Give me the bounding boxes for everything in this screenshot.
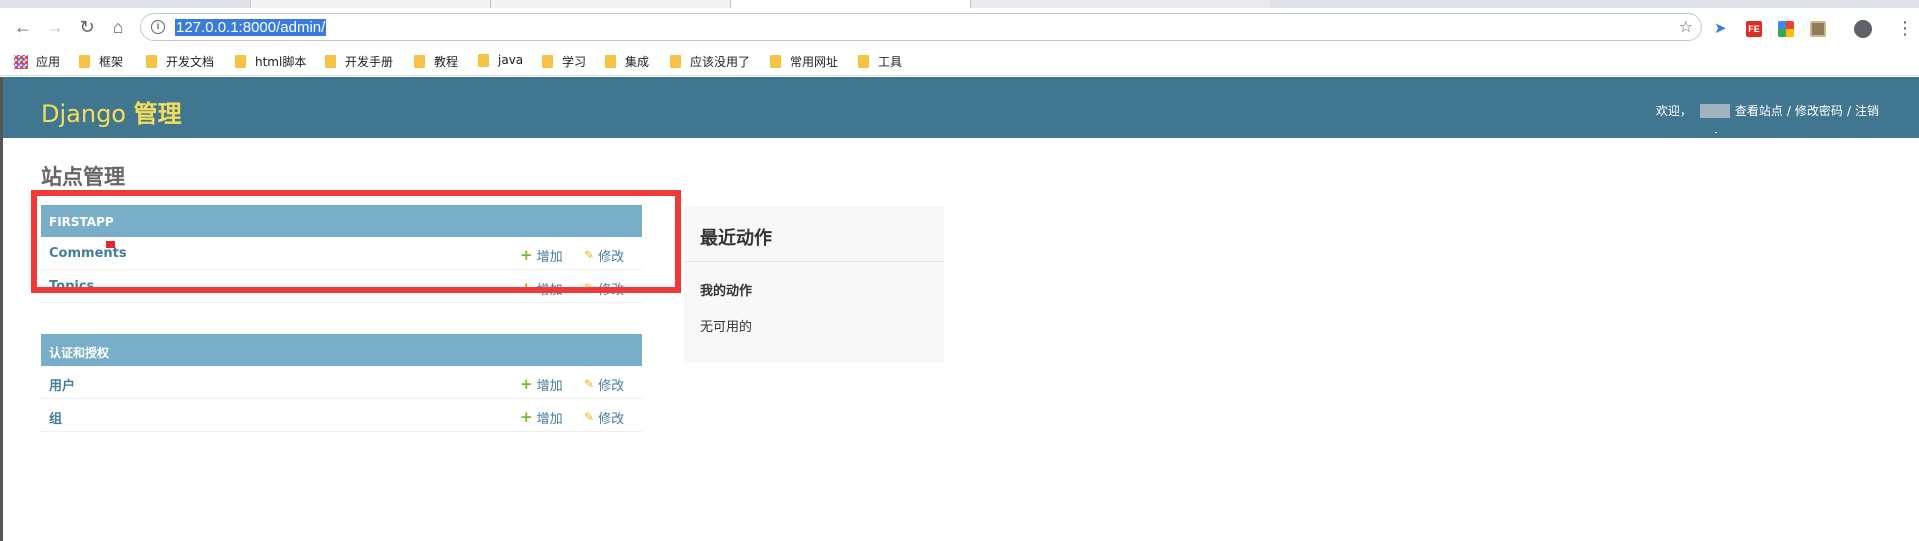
change-link[interactable]: ✎ 修改 <box>584 408 625 428</box>
reload-icon[interactable]: ↻ <box>76 16 98 38</box>
pencil-icon: ✎ <box>584 377 595 391</box>
bookmark-folder[interactable]: 框架 <box>79 53 123 70</box>
change-label: 修改 <box>598 412 625 427</box>
model-row: 组 + 增加 ✎ 修改 <box>41 399 642 432</box>
view-site-link[interactable]: 查看站点 <box>1735 102 1783 119</box>
separator: / <box>1786 103 1791 118</box>
bookmark-label: 应用 <box>36 55 61 69</box>
folder-icon <box>770 55 781 68</box>
back-arrow-icon[interactable]: ← <box>12 16 34 38</box>
address-bar[interactable]: i 127.0.0.1:8000/admin/ ☆ <box>140 13 1702 41</box>
folder-icon <box>605 55 616 68</box>
bookmarks-bar: 应用 框架 开发文档 html脚本 开发手册 教程 java 学习 集成 应该没… <box>0 46 1919 76</box>
image-extension-icon[interactable] <box>1810 21 1826 37</box>
browser-tab-active[interactable] <box>730 0 970 8</box>
browser-toolbar: ← → ↻ ⌂ i 127.0.0.1:8000/admin/ ☆ ➤ FE ⋮ <box>0 8 1919 46</box>
annotation-highlight-box <box>31 190 681 293</box>
plus-icon: + <box>520 375 533 393</box>
folder-icon <box>542 55 553 68</box>
folder-icon <box>670 55 681 68</box>
profile-icon[interactable] <box>1854 20 1872 38</box>
bookmark-label: 开发手册 <box>345 55 394 69</box>
change-label: 修改 <box>598 379 625 394</box>
no-actions-text: 无可用的 <box>700 320 753 335</box>
brand-prefix: Django <box>41 100 126 128</box>
site-branding[interactable]: Django 管理 <box>41 94 182 129</box>
logout-link[interactable]: 注销 <box>1855 102 1879 119</box>
bookmark-folder[interactable]: 应该没用了 <box>670 53 750 70</box>
menu-dots-icon[interactable]: ⋮ <box>1896 18 1914 38</box>
bookmark-label: 应该没用了 <box>690 55 751 69</box>
admin-page: Django 管理 欢迎， 查看站点 / 修改密码 / 注销 站点管理 FIRS… <box>0 77 1919 541</box>
bookmark-label: 教程 <box>434 55 459 69</box>
welcome-text: 欢迎， <box>1655 104 1692 118</box>
bookmark-label: 开发文档 <box>166 55 215 69</box>
browser-tab[interactable] <box>250 0 519 8</box>
bookmark-folder[interactable]: 教程 <box>414 53 458 70</box>
admin-header: Django 管理 欢迎， 查看站点 / 修改密码 / 注销 <box>3 77 1919 138</box>
app-module-auth: 认证和授权 用户 + 增加 ✎ 修改 组 + 增加 ✎ 修改 <box>41 334 642 432</box>
folder-icon <box>235 55 246 68</box>
model-link[interactable]: 组 <box>49 408 62 427</box>
colorful-extension-icon[interactable] <box>1778 21 1794 37</box>
folder-icon <box>414 55 425 68</box>
browser-tab[interactable] <box>490 0 999 8</box>
bookmark-folder[interactable]: 学习 <box>542 53 586 70</box>
add-label: 增加 <box>536 412 563 427</box>
folder-icon <box>325 55 336 68</box>
bookmark-label: 学习 <box>562 55 587 69</box>
folder-icon <box>146 55 157 68</box>
folder-icon <box>79 55 90 68</box>
module-caption[interactable]: 认证和授权 <box>41 334 642 366</box>
bookmark-folder[interactable]: 开发手册 <box>325 53 393 70</box>
divider <box>1715 132 1717 133</box>
apps-grid-icon <box>14 54 28 69</box>
model-link[interactable]: 用户 <box>49 375 75 394</box>
bookmark-folder[interactable]: java <box>478 53 523 67</box>
recent-actions-title: 最近动作 <box>700 228 772 249</box>
plus-icon: + <box>520 408 533 426</box>
browser-tab[interactable] <box>970 0 1270 8</box>
bookmark-label: 常用网址 <box>790 55 839 69</box>
bookmark-folder[interactable]: 工具 <box>858 53 902 70</box>
change-link[interactable]: ✎ 修改 <box>584 375 625 395</box>
fe-extension-icon[interactable]: FE <box>1746 21 1762 37</box>
bird-extension-icon[interactable]: ➤ <box>1714 21 1730 37</box>
brand-suffix: 管理 <box>133 100 182 128</box>
separator: / <box>1846 103 1851 118</box>
page-title: 站点管理 <box>41 165 125 189</box>
folder-icon <box>858 55 869 68</box>
folder-icon <box>478 53 489 67</box>
bookmark-label: java <box>498 53 524 67</box>
url-text[interactable]: 127.0.0.1:8000/admin/ <box>175 19 327 36</box>
recent-actions-panel: 最近动作 我的动作 无可用的 <box>684 206 944 363</box>
bookmark-apps[interactable]: 应用 <box>14 53 60 70</box>
username-redacted <box>1699 103 1730 118</box>
bookmark-label: 集成 <box>625 55 650 69</box>
bookmark-label: 框架 <box>99 55 124 69</box>
bookmark-label: html脚本 <box>255 55 307 69</box>
add-link[interactable]: + 增加 <box>520 408 563 428</box>
add-label: 增加 <box>536 379 563 394</box>
forward-arrow-icon[interactable]: → <box>44 16 66 38</box>
user-tools: 欢迎， 查看站点 / 修改密码 / 注销 <box>1656 102 1879 119</box>
change-password-link[interactable]: 修改密码 <box>1795 102 1843 119</box>
pencil-icon: ✎ <box>584 410 595 424</box>
bookmark-folder[interactable]: html脚本 <box>235 53 306 70</box>
site-info-icon[interactable]: i <box>151 20 165 34</box>
model-row: 用户 + 增加 ✎ 修改 <box>41 366 642 399</box>
divider <box>684 261 944 262</box>
bookmark-folder[interactable]: 开发文档 <box>146 53 214 70</box>
my-actions-heading: 我的动作 <box>700 284 753 299</box>
bookmark-folder[interactable]: 常用网址 <box>770 53 838 70</box>
tab-strip <box>0 0 1919 8</box>
bookmark-label: 工具 <box>878 55 903 69</box>
add-link[interactable]: + 增加 <box>520 375 563 395</box>
bookmark-star-icon[interactable]: ☆ <box>1679 17 1693 37</box>
bookmark-folder[interactable]: 集成 <box>605 53 649 70</box>
home-icon[interactable]: ⌂ <box>107 16 129 38</box>
